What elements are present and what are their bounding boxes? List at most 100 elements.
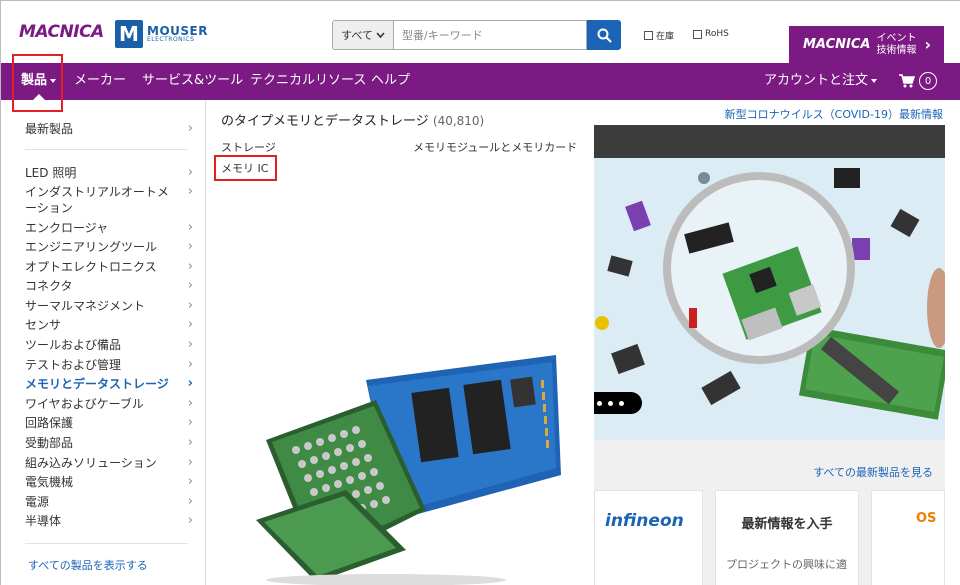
chevron-right-icon: ›: [187, 337, 193, 352]
chevron-right-icon: ›: [187, 396, 193, 411]
sidebar-item-passive-components[interactable]: 受動部品 ›: [25, 435, 193, 451]
mouser-logo[interactable]: M MOUSER ELECTRONICS: [115, 20, 208, 48]
sidebar-item-label: メモリとデータストレージ: [25, 377, 169, 391]
menu-pointer-arrow: [31, 94, 47, 102]
nav-services-tools[interactable]: サービス&ツール: [142, 63, 243, 100]
flyout-link-memory-modules[interactable]: メモリモジュールとメモリカード: [413, 139, 577, 155]
chevron-right-icon: ›: [187, 121, 193, 136]
nav-account-label: アカウントと注文: [764, 73, 869, 88]
sidebar-item-enclosures[interactable]: エンクロージャ ›: [25, 220, 193, 236]
sidebar-item-memory-storage[interactable]: メモリとデータストレージ ›: [25, 376, 193, 392]
sidebar-item-label: 電気機械: [25, 475, 74, 489]
stay-informed-title: 最新情報を入手: [741, 517, 833, 532]
caret-down-icon: [871, 78, 878, 83]
category-sidebar: 最新製品 › LED 照明 › インダストリアルオートメ ーション › エンクロージャ…: [1, 100, 206, 585]
sidebar-item-sensors[interactable]: センサ ›: [25, 317, 193, 333]
sidebar-item-wire-cable[interactable]: ワイヤおよびケーブル ›: [25, 396, 193, 412]
infineon-logo: infineon: [605, 511, 684, 531]
sidebar-item-label: LED 照明: [25, 166, 77, 180]
chevron-right-icon: ›: [187, 435, 193, 450]
sidebar-item-label: ワイヤおよびケーブル: [25, 397, 144, 411]
site-header: MACNICA M MOUSER ELECTRONICS すべて 型番/キーワー…: [1, 1, 960, 63]
slider-dots[interactable]: [594, 392, 642, 414]
brand-card-osram[interactable]: OS: [871, 490, 945, 585]
sidebar-item-label: コネクタ: [25, 279, 73, 293]
sidebar-item-label: オプトエレクトロニクス: [25, 260, 157, 274]
products-highlight-box: [12, 54, 63, 112]
brand-card-infineon[interactable]: infineon: [594, 490, 703, 585]
sidebar-item-circuit-protection[interactable]: 回路保護 ›: [25, 415, 193, 431]
flyout-link-storage[interactable]: ストレージ: [221, 139, 276, 155]
cart-count-badge: 0: [919, 72, 937, 90]
flyout-count: (40,810): [432, 114, 485, 128]
nav-technical-resources[interactable]: テクニカルリソース: [250, 63, 366, 100]
chevron-right-icon: ›: [187, 220, 193, 235]
sidebar-item-engineering-tools[interactable]: エンジニアリングツール ›: [25, 239, 193, 255]
chevron-right-icon: ›: [187, 239, 193, 254]
nav-manufacturers[interactable]: メーカー: [74, 63, 126, 100]
nav-help[interactable]: ヘルプ: [371, 63, 410, 100]
sidebar-item-label: テストおよび管理: [25, 358, 122, 372]
sidebar-item-thermal-management[interactable]: サーマルマネジメント ›: [25, 298, 193, 314]
sidebar-item-led[interactable]: LED 照明 ›: [25, 165, 193, 181]
cart-icon: [899, 74, 915, 88]
hero-electronics-illustration: [594, 158, 945, 440]
flyout-title: のタイプメモリとデータストレージ (40,810): [221, 110, 484, 129]
memory-product-illustration: [256, 355, 561, 585]
sidebar-divider: [25, 543, 188, 544]
search-button[interactable]: [587, 20, 621, 50]
sidebar-item-label: エンクロージャ: [25, 221, 109, 235]
search-bar: すべて 型番/キーワード: [332, 20, 621, 50]
sidebar-item-label: 最新製品: [25, 122, 74, 136]
search-icon: [597, 28, 612, 43]
sidebar-item-label: 半導体: [25, 514, 62, 528]
sidebar-item-power[interactable]: 電源 ›: [25, 494, 193, 510]
hero-top-band: [594, 125, 945, 158]
chevron-right-icon: ›: [187, 259, 193, 274]
stock-checkbox[interactable]: 在庫: [644, 29, 674, 42]
slider-dot[interactable]: [608, 400, 613, 406]
covid-info-link[interactable]: 新型コロナウイルス（COVID-19）最新情報: [725, 106, 943, 122]
slider-dot[interactable]: [619, 400, 624, 406]
sidebar-item-industrial-automation[interactable]: インダストリアルオートメ ーション ›: [25, 184, 193, 216]
view-all-products-link[interactable]: すべての製品を表示する: [28, 557, 148, 573]
chevron-right-icon: ›: [924, 35, 932, 54]
category-flyout: のタイプメモリとデータストレージ (40,810) ストレージ メモリモジュール…: [206, 100, 594, 585]
chevron-right-icon: ›: [187, 513, 193, 528]
hero-banner[interactable]: [594, 158, 945, 440]
event-macnica-logo: MACNICA: [803, 37, 871, 52]
sidebar-item-test-measurement[interactable]: テストおよび管理 ›: [25, 357, 193, 373]
main-nav: 製品 メーカー サービス&ツール テクニカルリソース ヘルプ アカウントと注文 …: [1, 63, 960, 100]
search-category-select[interactable]: すべて: [332, 20, 394, 50]
chevron-right-icon: ›: [187, 278, 193, 293]
nav-account-orders[interactable]: アカウントと注文: [764, 63, 878, 100]
stay-informed-card[interactable]: 最新情報を入手 プロジェクトの興味に適: [715, 490, 859, 585]
slider-dot[interactable]: [597, 400, 602, 406]
sidebar-item-new-products[interactable]: 最新製品 ›: [25, 121, 193, 137]
chevron-right-icon: ›: [187, 298, 193, 313]
sidebar-item-semiconductors[interactable]: 半導体 ›: [25, 513, 193, 529]
stock-checkbox-label: 在庫: [656, 32, 675, 42]
chevron-right-icon: ›: [187, 415, 193, 430]
rohs-checkbox-label: RoHS: [705, 29, 729, 39]
stay-informed-subtitle: プロジェクトの興味に適: [726, 558, 847, 571]
sidebar-item-connectors[interactable]: コネクタ ›: [25, 278, 193, 294]
search-input[interactable]: 型番/キーワード: [394, 20, 587, 50]
sidebar-item-label: 電源: [25, 495, 50, 509]
sidebar-item-tools-supplies[interactable]: ツールおよび備品 ›: [25, 337, 193, 353]
cart-button[interactable]: 0: [899, 72, 937, 90]
rohs-checkbox[interactable]: RoHS: [693, 29, 729, 39]
chevron-right-icon: ›: [187, 357, 193, 372]
sidebar-item-embedded-solutions[interactable]: 組み込みソリューション ›: [25, 455, 193, 471]
event-info-banner[interactable]: MACNICA イベント 技術情報 ›: [789, 26, 944, 63]
sidebar-item-optoelectronics[interactable]: オプトエレクトロニクス ›: [25, 259, 193, 275]
main-content: 新型コロナウイルス（COVID-19）最新情報 すべての最新製品を見る infi…: [594, 100, 960, 585]
chevron-right-icon: ›: [187, 376, 193, 391]
chevron-right-icon: ›: [187, 494, 193, 509]
see-all-new-products-link[interactable]: すべての最新製品を見る: [813, 464, 933, 480]
macnica-logo[interactable]: MACNICA: [19, 22, 104, 42]
chevron-down-icon: [376, 32, 385, 38]
sidebar-divider: [25, 149, 188, 150]
chevron-right-icon: ›: [187, 165, 193, 180]
sidebar-item-electromechanical[interactable]: 電気機械 ›: [25, 474, 193, 490]
